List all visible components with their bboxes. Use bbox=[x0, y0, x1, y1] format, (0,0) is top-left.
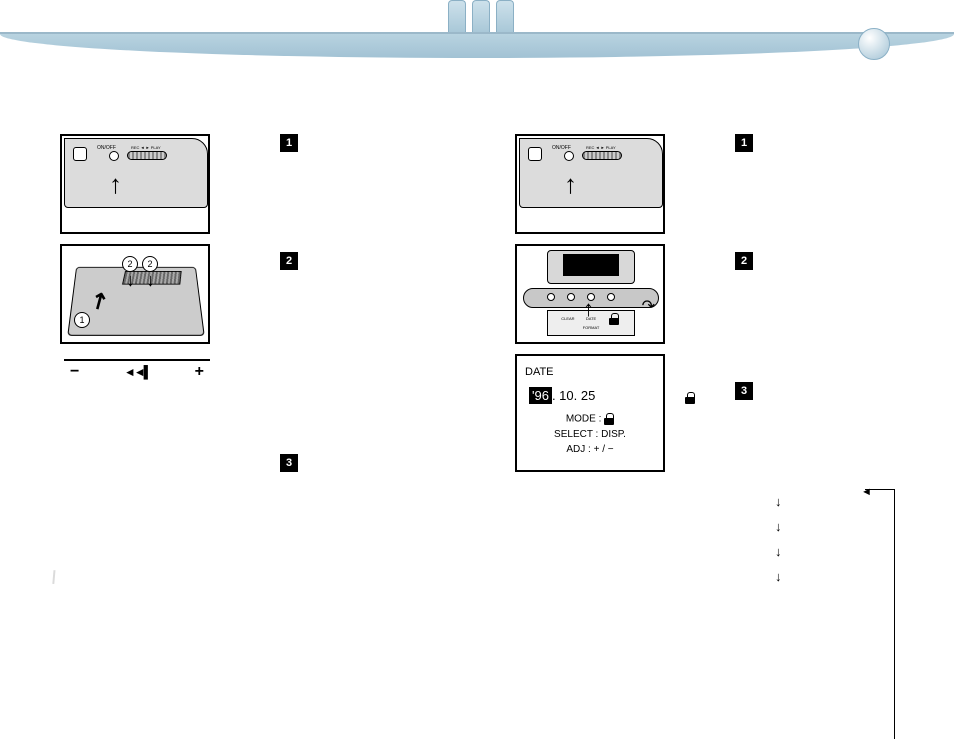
lock-icon bbox=[604, 413, 614, 425]
binder-tabs bbox=[448, 0, 514, 32]
top-curve bbox=[0, 32, 954, 58]
step-1: 1 bbox=[735, 134, 753, 152]
date-title: DATE bbox=[525, 366, 655, 378]
arrow-up-icon: ↑ bbox=[583, 296, 594, 322]
year-highlight: '96 bbox=[529, 387, 552, 404]
callout-1: 1 bbox=[74, 312, 90, 328]
arrow-left-icon: ◄ bbox=[861, 486, 872, 498]
fig-left-2: 2 2 1 ↗ ↓ ↓ bbox=[60, 244, 210, 344]
date-rest: . 10. 25 bbox=[552, 388, 595, 403]
select-line: SELECT : DISP. bbox=[525, 429, 655, 440]
tab bbox=[448, 0, 466, 32]
camera-top-view: ON/OFF REC ◄ ► PLAY ↑ bbox=[64, 138, 208, 208]
mode-line: MODE : bbox=[525, 413, 655, 425]
arrow-up-icon: ↑ bbox=[109, 169, 122, 200]
power-button-icon bbox=[564, 151, 574, 161]
left-figures: ON/OFF REC ◄ ► PLAY ↑ 2 2 1 ↗ ↓ bbox=[60, 134, 210, 354]
mode-slider-icon bbox=[127, 151, 167, 160]
down-arrow-icon: ↓ bbox=[775, 544, 782, 559]
rec-play-label: REC ◄ ► PLAY bbox=[586, 145, 616, 150]
step-2: 2 bbox=[735, 252, 753, 270]
camera-top-view: ON/OFF REC ◄ ► PLAY ↑ bbox=[519, 138, 663, 208]
clear-label: CLEAR bbox=[559, 316, 577, 321]
side-lock bbox=[685, 389, 695, 405]
camera-bottom-view: CLEAR DATE FORMAT ↑ ↷ bbox=[519, 248, 663, 342]
minus-label: − bbox=[70, 363, 79, 381]
fig-right-1: ON/OFF REC ◄ ► PLAY ↑ bbox=[515, 134, 665, 234]
format-label: FORMAT bbox=[582, 325, 600, 330]
down-arrow-icon: ↓ bbox=[775, 569, 782, 584]
power-button-icon bbox=[109, 151, 119, 161]
button-dot-icon bbox=[607, 293, 615, 301]
fig-right-2: CLEAR DATE FORMAT ↑ ↷ bbox=[515, 244, 665, 344]
tab bbox=[472, 0, 490, 32]
date-value: '96. 10. 25 bbox=[529, 388, 655, 403]
curve-arrow-icon: ↷ bbox=[642, 296, 655, 316]
rec-play-label: REC ◄ ► PLAY bbox=[131, 145, 161, 150]
arrow-up-icon: ↑ bbox=[564, 169, 577, 200]
lock-label bbox=[605, 313, 623, 325]
device-top-bar bbox=[0, 0, 954, 58]
mode-slider-icon bbox=[582, 151, 622, 160]
step-2: 2 bbox=[280, 252, 298, 270]
lock-icon bbox=[609, 313, 619, 325]
mode-label: MODE : bbox=[566, 414, 604, 425]
step-3: 3 bbox=[735, 382, 753, 400]
arrow-icon: ↓ bbox=[146, 270, 155, 291]
step-1: 1 bbox=[280, 134, 298, 152]
zoom-bar: − ◄◄▌ + bbox=[64, 359, 210, 381]
step-3: 3 bbox=[280, 454, 298, 472]
right-column: ON/OFF REC ◄ ► PLAY ↑ CLEA bbox=[515, 134, 935, 472]
rewind-icon: ◄◄▌ bbox=[124, 365, 150, 379]
viewfinder-icon bbox=[73, 147, 87, 161]
knob bbox=[858, 28, 890, 60]
fig-left-1: ON/OFF REC ◄ ► PLAY ↑ bbox=[60, 134, 210, 234]
adj-line: ADJ : + / − bbox=[525, 444, 655, 455]
button-dot-icon bbox=[567, 293, 575, 301]
flow-arrows: ↓ ↓ ↓ ↓ bbox=[775, 484, 782, 594]
date-display: DATE '96. 10. 25 MODE : SELECT : DISP. A… bbox=[515, 354, 665, 472]
lcd-screen-icon bbox=[563, 254, 619, 276]
page-content: ON/OFF REC ◄ ► PLAY ↑ 2 2 1 ↗ ↓ bbox=[0, 62, 954, 675]
plus-label: + bbox=[195, 363, 204, 381]
viewfinder-icon bbox=[528, 147, 542, 161]
arrow-icon: ↓ bbox=[126, 270, 135, 291]
right-figures: ON/OFF REC ◄ ► PLAY ↑ CLEA bbox=[515, 134, 665, 472]
tab bbox=[496, 0, 514, 32]
down-arrow-icon: ↓ bbox=[775, 519, 782, 534]
flow-return-line bbox=[865, 489, 895, 739]
left-column: ON/OFF REC ◄ ► PLAY ↑ 2 2 1 ↗ ↓ bbox=[60, 134, 480, 354]
down-arrow-icon: ↓ bbox=[775, 494, 782, 509]
button-dot-icon bbox=[547, 293, 555, 301]
note-icon bbox=[43, 566, 63, 586]
lock-icon bbox=[685, 392, 695, 404]
camera-perspective: 2 2 1 ↗ ↓ ↓ bbox=[64, 250, 208, 340]
